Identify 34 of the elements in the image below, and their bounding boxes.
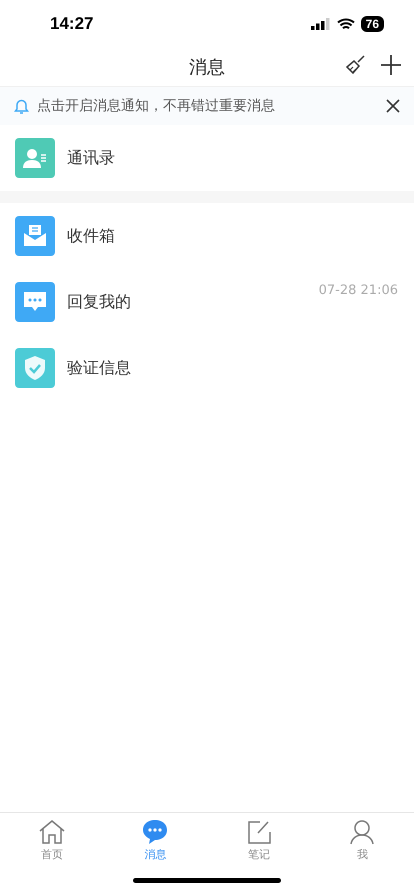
shield-check-icon xyxy=(23,355,47,381)
tab-bar-item[interactable]: 笔记 xyxy=(207,813,310,865)
tab-bar-item[interactable]: 首页 xyxy=(0,813,104,865)
tab-label: 笔记 xyxy=(248,847,270,862)
status-time: 14:27 xyxy=(50,14,94,34)
home-icon xyxy=(38,819,66,845)
close-button[interactable] xyxy=(386,99,400,113)
message-category-row[interactable]: 通讯录 xyxy=(0,125,414,191)
tab-label: 首页 xyxy=(40,847,63,862)
category-label: 验证信息 xyxy=(67,358,131,378)
contact-card-icon xyxy=(22,146,48,170)
category-label: 回复我的 xyxy=(67,292,131,312)
banner-text: 点击开启消息通知，不再错过重要消息 xyxy=(37,97,276,115)
envelope-icon xyxy=(22,224,48,248)
battery-level: 76 xyxy=(360,16,384,32)
message-category-row[interactable]: 回复我的 07-28 21:06 xyxy=(0,269,414,335)
add-button[interactable] xyxy=(380,54,402,76)
chat-bubble-icon xyxy=(142,819,168,845)
person-icon xyxy=(349,819,376,845)
tab-label: 我 xyxy=(356,847,368,862)
wifi-icon xyxy=(336,18,355,30)
notification-banner[interactable]: 点击开启消息通知，不再错过重要消息 xyxy=(0,86,414,125)
tab-bar-item[interactable]: 我 xyxy=(310,813,414,865)
message-time: 07-28 21:06 xyxy=(318,283,398,298)
category-label: 通讯录 xyxy=(67,148,115,168)
tab-label: 消息 xyxy=(144,847,166,862)
signal-icon xyxy=(310,18,331,30)
clear-broom-button[interactable] xyxy=(344,54,366,76)
category-label: 收件箱 xyxy=(67,226,115,246)
message-category-row[interactable]: 收件箱 xyxy=(0,203,414,269)
page-title: 消息 xyxy=(189,56,225,79)
message-category-row[interactable]: 验证信息 xyxy=(0,335,414,401)
bell-icon xyxy=(14,98,29,114)
edit-note-icon xyxy=(246,819,272,845)
